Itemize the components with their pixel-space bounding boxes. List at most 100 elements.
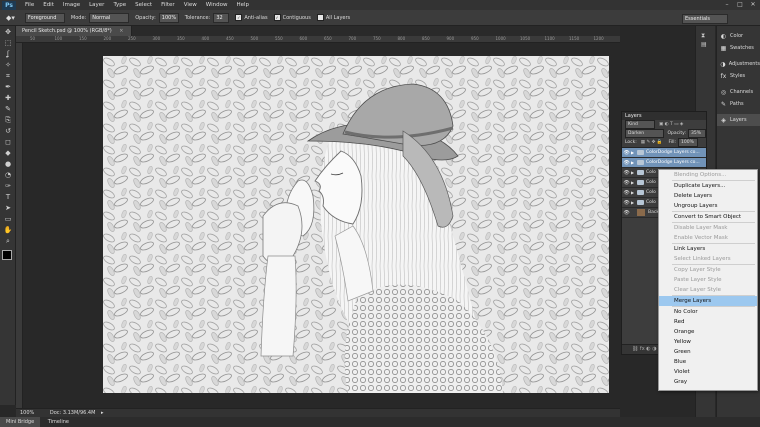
visibility-eye-icon[interactable]: 👁 — [622, 150, 631, 156]
visibility-eye-icon[interactable]: 👁 — [622, 160, 631, 166]
filter-icons[interactable]: ▣ ◐ T ▭ ◈ — [659, 122, 683, 127]
all-layers-checkbox[interactable] — [316, 14, 324, 21]
foreground-color-swatch[interactable] — [2, 250, 12, 260]
layer-filter-kind-select[interactable]: Kind — [625, 120, 655, 129]
type-tool-icon[interactable]: T — [2, 192, 14, 202]
menu-filter[interactable]: Filter — [161, 2, 175, 8]
context-menu-item-blue[interactable]: Blue — [659, 357, 757, 367]
context-menu-item-green[interactable]: Green — [659, 347, 757, 357]
layer-name: Colo — [646, 180, 656, 185]
minimize-icon[interactable]: – — [722, 1, 732, 8]
dock-item-channels[interactable]: ◎ Channels — [717, 86, 760, 98]
dock-item-adjustments[interactable]: ◑ Adjustments — [717, 58, 760, 70]
dock-item-layers[interactable]: ◈ Layers — [717, 114, 760, 126]
dock-item-paths[interactable]: ✎ Paths — [717, 98, 760, 110]
stamp-tool-icon[interactable]: ⎘ — [2, 115, 14, 125]
layer-row[interactable]: 👁 ▶ ColorDodge Layers co... — [622, 158, 706, 168]
ruler-tick-label: 650 — [324, 36, 332, 41]
fill-input[interactable]: 100% — [678, 138, 698, 147]
layer-row[interactable]: 👁 ▶ ColorDodge Layers co... — [622, 148, 706, 158]
menu-file[interactable]: File — [25, 2, 34, 8]
quick-select-tool-icon[interactable]: ✧ — [2, 60, 14, 70]
contiguous-label: Contiguous — [282, 14, 311, 21]
pencil-sketch-image[interactable] — [103, 56, 609, 393]
color-swatches[interactable] — [0, 249, 16, 265]
context-menu-item-violet[interactable]: Violet — [659, 367, 757, 377]
visibility-eye-icon[interactable]: 👁 — [622, 200, 631, 206]
hand-tool-icon[interactable]: ✋ — [2, 225, 14, 235]
maximize-icon[interactable]: □ — [735, 1, 745, 8]
mode-select[interactable]: Normal — [89, 12, 130, 23]
eraser-tool-icon[interactable]: ◻ — [2, 137, 14, 147]
paint-bucket-tool-icon[interactable]: ◆▾ — [6, 14, 15, 22]
context-menu-item-ungroup-layers[interactable]: Ungroup Layers — [659, 201, 757, 211]
menu-layer[interactable]: Layer — [89, 2, 104, 8]
menu-view[interactable]: View — [184, 2, 197, 8]
brush-tool-icon[interactable]: ✎ — [2, 104, 14, 114]
channels-icon: ◎ — [720, 88, 727, 96]
dock-item-styles[interactable]: fx Styles — [717, 70, 760, 82]
fill-source-select[interactable]: Foreground — [24, 12, 65, 23]
context-menu-item-orange[interactable]: Orange — [659, 327, 757, 337]
crop-tool-icon[interactable]: ⌗ — [2, 71, 14, 81]
ruler-tick-label: 900 — [446, 36, 455, 41]
dock-item-color[interactable]: ◐ Color — [717, 30, 760, 42]
healing-tool-icon[interactable]: ✚ — [2, 93, 14, 103]
context-menu-item-gray[interactable]: Gray — [659, 377, 757, 387]
context-menu-item-delete-layers[interactable]: Delete Layers — [659, 191, 757, 201]
panel-icons-strip[interactable]: ⧗ ▤ — [701, 32, 710, 62]
ruler-tick-label: 1150 — [569, 36, 580, 41]
pen-tool-icon[interactable]: ✑ — [2, 181, 14, 191]
status-menu-icon[interactable]: ▸ — [101, 410, 104, 416]
zoom-level[interactable]: 100% — [20, 410, 34, 416]
lasso-tool-icon[interactable]: ʆ — [2, 49, 14, 59]
blend-mode-select[interactable]: Darken — [625, 129, 664, 138]
menu-edit[interactable]: Edit — [43, 2, 54, 8]
menu-window[interactable]: Window — [206, 2, 228, 8]
dock-item-swatches[interactable]: ▦ Swatches — [717, 42, 760, 54]
lock-icons[interactable]: ▦ ✎ ✥ 🔒 — [641, 140, 663, 145]
path-select-tool-icon[interactable]: ➤ — [2, 203, 14, 213]
menu-help[interactable]: Help — [236, 2, 249, 8]
context-menu-item-no-color[interactable]: No Color — [659, 307, 757, 317]
marquee-tool-icon[interactable]: ⬚ — [2, 38, 14, 48]
visibility-eye-icon[interactable]: 👁 — [622, 190, 631, 196]
history-brush-tool-icon[interactable]: ↺ — [2, 126, 14, 136]
context-menu-item-red[interactable]: Red — [659, 317, 757, 327]
contiguous-checkbox[interactable]: ✓ — [273, 14, 281, 21]
document-tab[interactable]: Pencil Sketch.psd @ 100% (RGB/8*) × — [16, 26, 132, 36]
move-tool-icon[interactable]: ✥ — [2, 27, 14, 37]
horizontal-ruler: 50 100 150 200 250 300 350 400 450 500 550 600 650 70… — [16, 36, 620, 43]
blur-tool-icon[interactable]: ● — [2, 159, 14, 169]
close-icon[interactable]: × — [119, 28, 123, 34]
opacity-input[interactable]: 100% — [158, 12, 179, 23]
bucket-tool-icon[interactable]: ◆ — [2, 148, 14, 158]
antialias-label: Anti-alias — [244, 14, 268, 21]
menu-type[interactable]: Type — [113, 2, 126, 8]
visibility-eye-icon[interactable]: 👁 — [622, 170, 631, 176]
dodge-tool-icon[interactable]: ◔ — [2, 170, 14, 180]
tab-mini-bridge[interactable]: Mini Bridge — [0, 417, 41, 427]
tolerance-input[interactable]: 32 — [213, 12, 230, 23]
zoom-tool-icon[interactable]: ⌕ — [2, 236, 14, 246]
workspace-select[interactable]: Essentials — [682, 14, 728, 24]
menu-select[interactable]: Select — [135, 2, 152, 8]
ruler-tick-label: 550 — [275, 36, 283, 41]
visibility-eye-icon[interactable]: 👁 — [622, 180, 631, 186]
layer-opacity-input[interactable]: 35% — [688, 129, 706, 138]
menu-image[interactable]: Image — [63, 2, 80, 8]
context-menu-item-merge-layers[interactable]: Merge Layers — [659, 296, 757, 306]
eyedropper-tool-icon[interactable]: ✒ — [2, 82, 14, 92]
visibility-eye-icon[interactable]: 👁 — [622, 210, 631, 216]
context-menu-item-link-layers[interactable]: Link Layers — [659, 244, 757, 254]
context-menu-item-duplicate-layers[interactable]: Duplicate Layers... — [659, 181, 757, 191]
context-menu-item-convert-to-smart-object[interactable]: Convert to Smart Object — [659, 212, 757, 222]
shape-tool-icon[interactable]: ▭ — [2, 214, 14, 224]
context-menu-item-yellow[interactable]: Yellow — [659, 337, 757, 347]
antialias-checkbox[interactable]: ✓ — [235, 14, 243, 21]
layers-panel-title[interactable]: Layers — [622, 112, 706, 120]
close-window-icon[interactable]: ✕ — [748, 1, 758, 8]
tab-timeline[interactable]: Timeline — [42, 417, 75, 427]
history-icon[interactable]: ⧗ — [701, 32, 710, 41]
properties-icon[interactable]: ▤ — [701, 41, 710, 50]
